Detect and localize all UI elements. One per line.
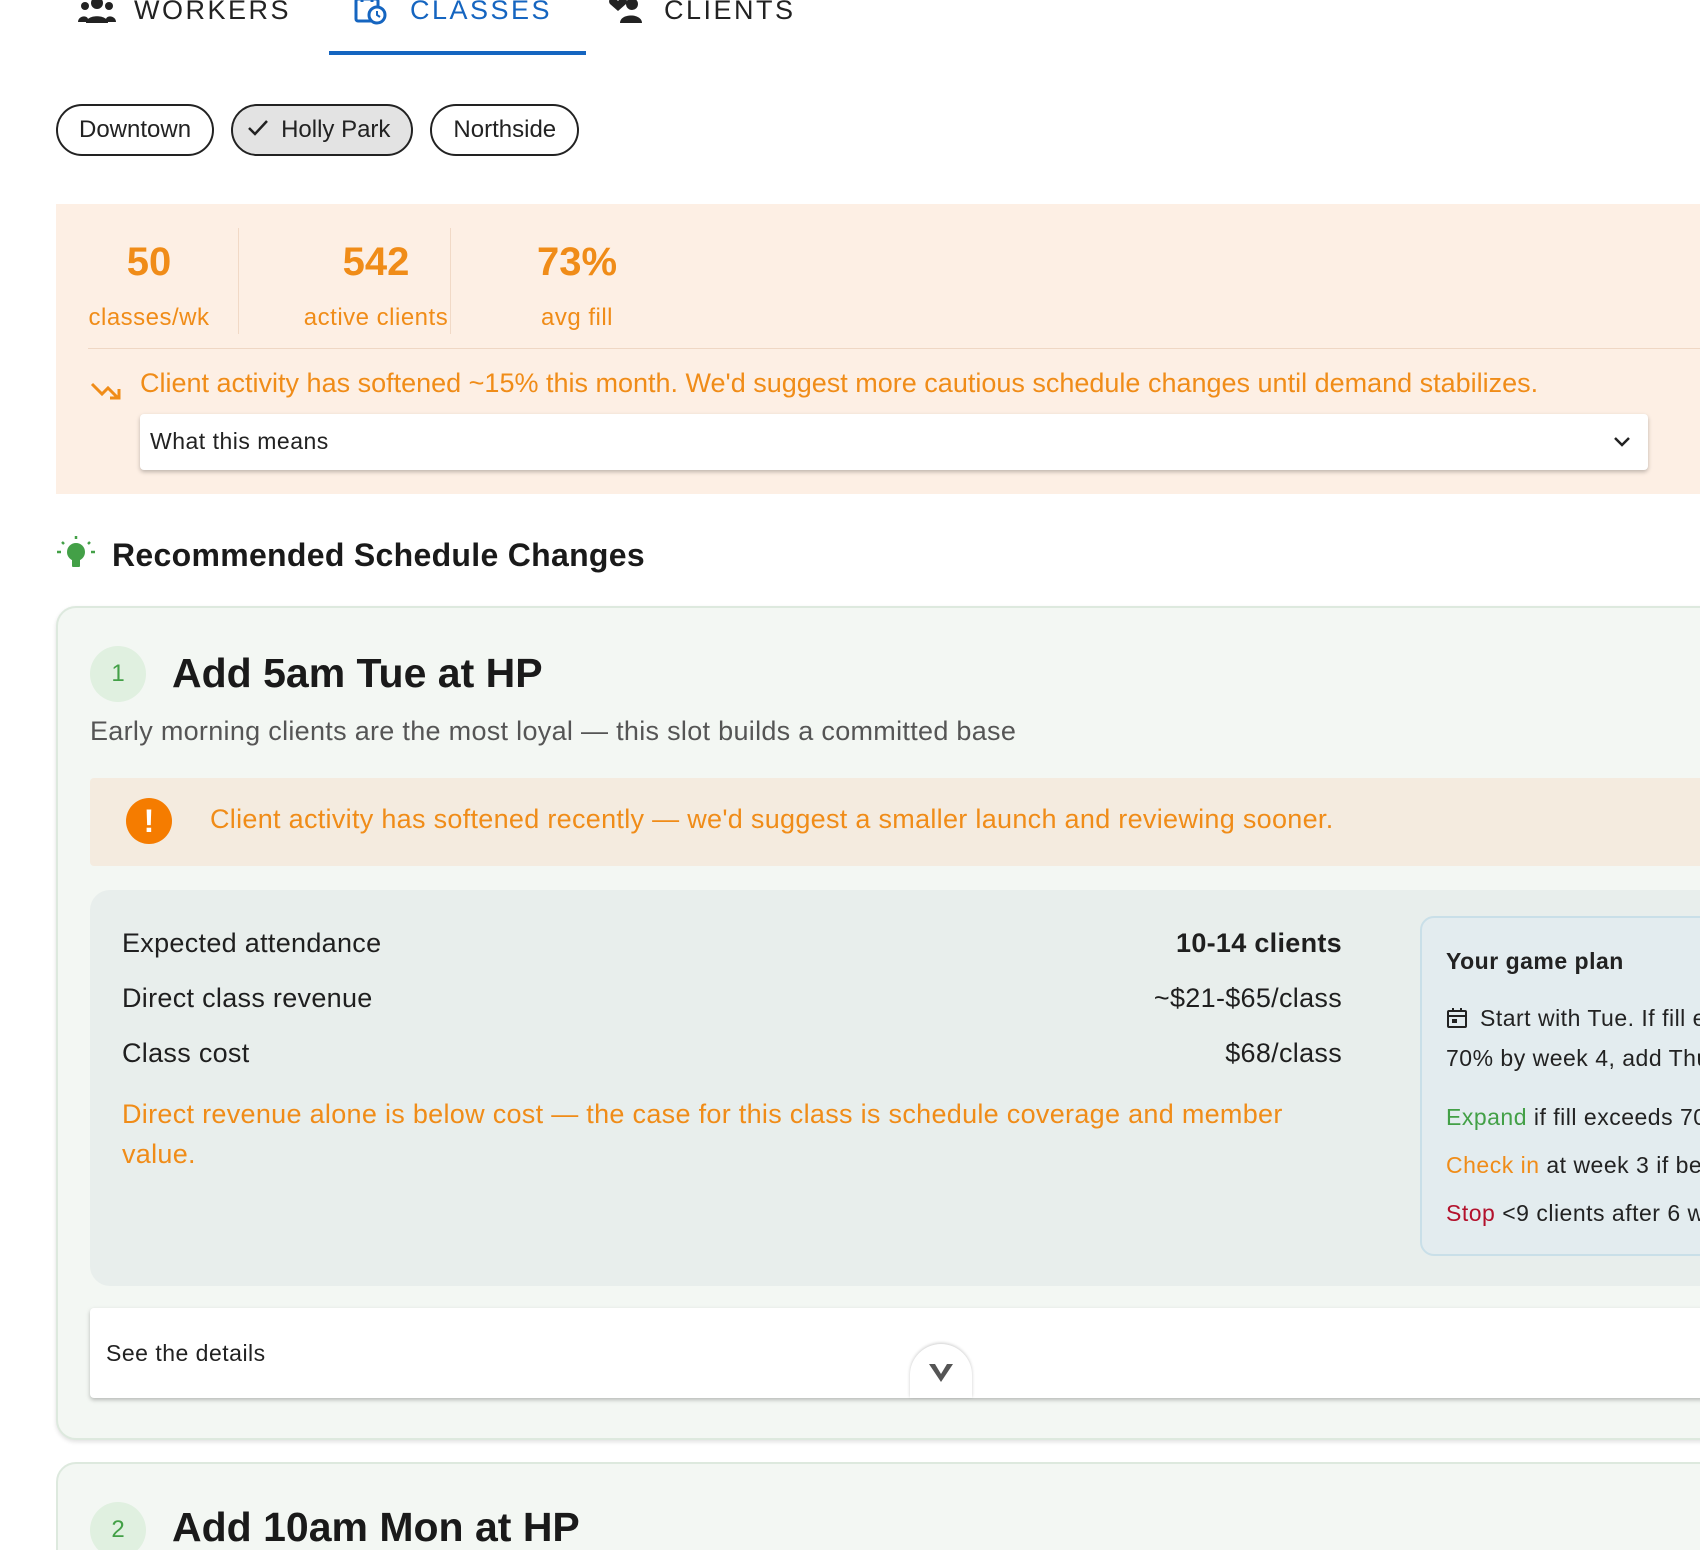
check-icon bbox=[247, 116, 269, 144]
recommendation-card: 1 Add 5am Tue at HP Early morning client… bbox=[56, 606, 1700, 1440]
stat-value: 542 bbox=[342, 240, 410, 284]
stat-label: classes/wk bbox=[88, 304, 210, 331]
metric-row: Expected attendance 10-14 clients bbox=[122, 928, 1342, 959]
section-title: Recommended Schedule Changes bbox=[112, 537, 645, 573]
chip-northside[interactable]: Northside bbox=[430, 104, 580, 156]
clients-icon bbox=[608, 0, 646, 25]
active-tab-indicator bbox=[329, 51, 586, 55]
metrics-panel: Expected attendance 10-14 clients Direct… bbox=[90, 890, 1700, 1286]
metric-row: Class cost $68/class bbox=[122, 1038, 1342, 1069]
trending-down-icon bbox=[90, 376, 126, 406]
stat-active-clients: 542 active clients bbox=[276, 240, 476, 332]
group-icon bbox=[78, 0, 116, 25]
tab-workers-label: WORKERS bbox=[134, 0, 292, 25]
stat-label: avg fill bbox=[540, 304, 614, 331]
tab-bar: WORKERS CLASSES CLIENTS bbox=[0, 0, 1700, 58]
expand-details-button[interactable] bbox=[910, 1344, 972, 1398]
game-plan-start-text: Start with Tue. If fill exceeds 70% by w… bbox=[1446, 1005, 1700, 1071]
exclamation-icon: ! bbox=[126, 798, 172, 844]
game-plan-start: Start with Tue. If fill exceeds 70% by w… bbox=[1446, 998, 1700, 1078]
stop-text: <9 clients after 6 weeks bbox=[1502, 1200, 1700, 1226]
game-plan-title: Your game plan bbox=[1446, 948, 1624, 974]
game-plan-checkin: Check in at week 3 if below 9 clients bbox=[1446, 1152, 1700, 1179]
checkin-text: at week 3 if below 9 clients bbox=[1546, 1152, 1700, 1178]
stat-avg-fill: 73% avg fill bbox=[512, 240, 642, 332]
game-plan-stop: Stop <9 clients after 6 weeks bbox=[1446, 1200, 1700, 1227]
tab-workers[interactable]: WORKERS bbox=[78, 0, 291, 38]
chip-downtown[interactable]: Downtown bbox=[56, 104, 215, 156]
accordion-label: What this means bbox=[150, 428, 329, 454]
divider bbox=[450, 228, 451, 334]
recommendation-title: Add 5am Tue at HP bbox=[172, 650, 543, 696]
tab-classes-label: CLASSES bbox=[410, 0, 553, 25]
expand-keyword: Expand bbox=[1446, 1104, 1528, 1130]
rank-badge: 2 bbox=[90, 1502, 146, 1550]
metric-value: 10-14 clients bbox=[1176, 928, 1342, 958]
recommendation-subtitle: Early morning clients are the most loyal… bbox=[90, 716, 1017, 746]
alert-text: Client activity has softened recently — … bbox=[210, 804, 1334, 834]
calendar-clock-icon bbox=[354, 0, 392, 25]
rank-badge: 1 bbox=[90, 646, 146, 702]
game-plan-panel: Your game plan Start with Tue. If fill e… bbox=[1420, 916, 1700, 1256]
stat-classes: 50 classes/wk bbox=[88, 240, 210, 332]
game-plan-expand: Expand if fill exceeds 70% by week 4 bbox=[1446, 1104, 1700, 1131]
metric-label: Expected attendance bbox=[122, 928, 382, 958]
recommendation-card: 2 Add 10am Mon at HP bbox=[56, 1462, 1700, 1550]
divider bbox=[88, 348, 1700, 349]
divider bbox=[238, 228, 239, 334]
softening-alert: ! Client activity has softened recently … bbox=[90, 778, 1700, 866]
cost-note: Direct revenue alone is below cost — the… bbox=[122, 1099, 1283, 1169]
stat-value: 73% bbox=[536, 240, 618, 284]
metric-value: $68/class bbox=[1225, 1038, 1342, 1068]
checkin-keyword: Check in bbox=[1446, 1152, 1540, 1178]
lightbulb-icon bbox=[56, 534, 96, 574]
details-label: See the details bbox=[106, 1340, 266, 1366]
metric-label: Direct class revenue bbox=[122, 983, 373, 1013]
chip-label: Holly Park bbox=[281, 116, 391, 143]
chevron-down-icon bbox=[929, 1364, 953, 1382]
metric-row: Direct class revenue ~$21-$65/class bbox=[122, 983, 1342, 1014]
stat-value: 50 bbox=[126, 240, 172, 284]
chip-holly-park[interactable]: Holly Park bbox=[231, 104, 414, 156]
stats-panel: 50 classes/wk 542 active clients 73% avg… bbox=[56, 204, 1700, 494]
chevron-down-icon bbox=[1610, 430, 1634, 454]
chip-label: Downtown bbox=[79, 116, 192, 143]
tab-classes[interactable]: CLASSES bbox=[354, 0, 552, 38]
stop-keyword: Stop bbox=[1446, 1200, 1496, 1226]
trend-warning: Client activity has softened ~15% this m… bbox=[140, 368, 1539, 398]
see-details-accordion[interactable]: See the details bbox=[90, 1308, 1700, 1398]
what-this-means-accordion[interactable]: What this means bbox=[140, 414, 1648, 470]
recommendation-title: Add 10am Mon at HP bbox=[172, 1504, 580, 1550]
expand-text: if fill exceeds 70% by week 4 bbox=[1533, 1104, 1700, 1130]
tab-clients-label: CLIENTS bbox=[664, 0, 796, 25]
chip-label: Northside bbox=[453, 116, 557, 143]
metric-value: ~$21-$65/class bbox=[1153, 983, 1342, 1013]
calendar-icon bbox=[1446, 1001, 1468, 1028]
tab-clients[interactable]: CLIENTS bbox=[608, 0, 796, 38]
stat-label: active clients bbox=[303, 304, 449, 331]
location-filter: Downtown Holly Park Northside bbox=[56, 104, 580, 156]
metric-label: Class cost bbox=[122, 1038, 250, 1068]
